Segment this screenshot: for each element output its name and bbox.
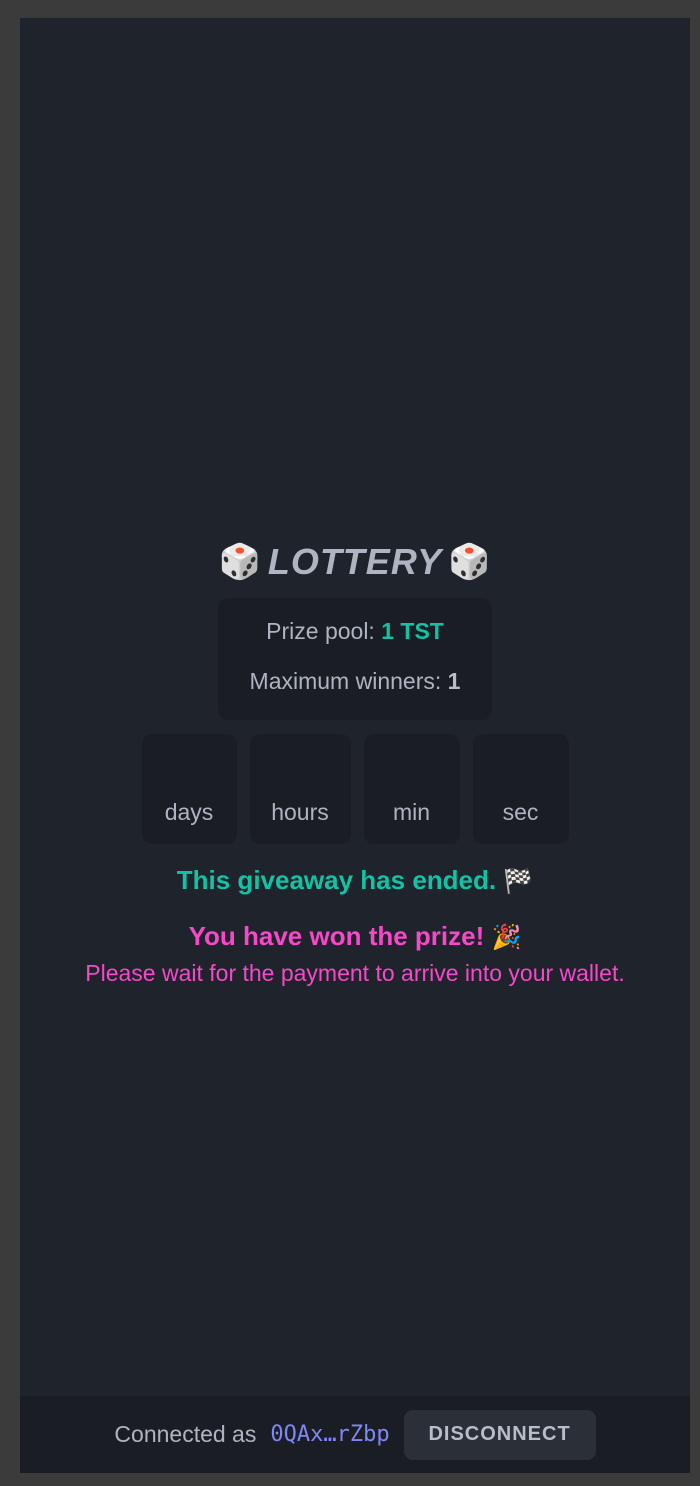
max-winners-label: Maximum winners: — [249, 668, 442, 694]
countdown-days-label: days — [164, 799, 214, 825]
countdown-minutes: min — [363, 734, 460, 844]
prize-won-message: You have won the prize! 🎉 — [20, 921, 690, 951]
countdown-minutes-label: min — [392, 799, 431, 825]
prize-pool-label: Prize pool: — [266, 618, 375, 644]
info-card: Prize pool: 1 TST Maximum winners: 1 — [218, 598, 492, 720]
connected-label: Connected as — [114, 1421, 257, 1447]
payment-wait-message: Please wait for the payment to arrive in… — [85, 960, 625, 986]
countdown: days hours min sec — [20, 734, 690, 844]
countdown-hours: hours — [249, 734, 351, 844]
countdown-hours-label: hours — [271, 799, 329, 825]
page-title-text: LOTTERY — [267, 541, 443, 582]
countdown-seconds-label: sec — [502, 799, 539, 825]
wallet-footer: Connected as 0QAx…rZbp DISCONNECT — [20, 1396, 690, 1473]
lottery-panel: 🎲 LOTTERY 🎲 Prize pool: 1 TST Maximum wi… — [20, 537, 690, 986]
giveaway-ended-message: This giveaway has ended. 🏁 — [20, 865, 690, 895]
app-container: 🎲 LOTTERY 🎲 Prize pool: 1 TST Maximum wi… — [20, 18, 690, 1473]
dice-icon: 🎲 — [448, 543, 492, 581]
countdown-days: days — [141, 734, 237, 844]
prize-won-text: You have won the prize! — [188, 921, 485, 951]
max-winners-value: 1 — [447, 668, 461, 694]
party-popper-icon: 🎉 — [491, 924, 522, 951]
prize-pool-row: Prize pool: 1 TST — [218, 618, 492, 644]
disconnect-button[interactable]: DISCONNECT — [403, 1409, 596, 1460]
dice-icon: 🎲 — [218, 543, 262, 581]
wallet-address: 0QAx…rZbp — [270, 1422, 390, 1447]
max-winners-row: Maximum winners: 1 — [218, 668, 492, 694]
giveaway-ended-text: This giveaway has ended. — [176, 865, 497, 895]
prize-pool-value: 1 TST — [381, 618, 444, 644]
page-title: 🎲 LOTTERY 🎲 — [20, 537, 690, 587]
checkered-flag-icon: 🏁 — [503, 868, 534, 895]
countdown-seconds: sec — [472, 734, 569, 844]
